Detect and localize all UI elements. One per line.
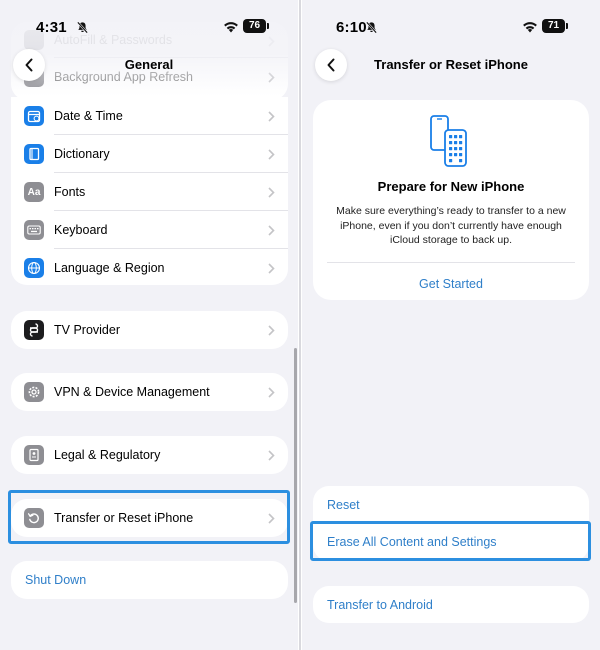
chevron-right-icon [268,387,275,398]
keyboard-icon [24,220,44,240]
general-settings-screen: 4:31 76 AutoFill & Passwords Background … [0,0,298,650]
navigation-bar: General [0,46,298,86]
silent-bell-icon [366,21,377,34]
chevron-right-icon [268,149,275,160]
page-title: Transfer or Reset iPhone [374,57,528,72]
globe-icon [24,258,44,278]
shut-down-button[interactable]: Shut Down [11,561,288,599]
settings-group-legal: Legal & Regulatory [11,436,288,474]
scrollbar[interactable] [294,348,297,603]
settings-group-vpn: VPN & Device Management [11,373,288,411]
navigation-bar: Transfer or Reset iPhone [302,46,600,86]
settings-group-shutdown: Shut Down [11,561,288,599]
chevron-right-icon [268,111,275,122]
document-icon [24,445,44,465]
status-time: 6:10 [336,19,367,36]
list-item-label: Language & Region [54,261,165,275]
list-item-label: TV Provider [54,323,120,337]
wifi-icon [224,22,238,33]
chevron-right-icon [268,225,275,236]
transfer-to-android-button[interactable]: Transfer to Android [313,586,589,623]
status-time: 4:31 [36,19,67,36]
battery-indicator: 71 [542,19,568,33]
sidebar-item-keyboard[interactable]: Keyboard [11,211,288,249]
battery-indicator: 76 [243,19,269,33]
highlight-box [310,521,591,561]
book-icon [24,144,44,164]
sidebar-item-dictionary[interactable]: Dictionary [11,135,288,173]
gear-icon [24,382,44,402]
status-bar: 6:10 71 [302,0,600,48]
chevron-right-icon [268,187,275,198]
status-bar: 4:31 76 [0,0,298,48]
sidebar-item-date-time[interactable]: Date & Time [11,97,288,135]
prepare-new-iphone-card: Prepare for New iPhone Make sure everyth… [313,100,589,300]
get-started-button[interactable]: Get Started [313,275,589,293]
get-started-label: Get Started [419,277,483,291]
list-item-label: Fonts [54,185,86,199]
tv-provider-icon [24,320,44,340]
page-title: General [124,57,174,72]
card-heading: Prepare for New iPhone [377,179,525,194]
list-item-label: Keyboard [54,223,108,237]
transfer-to-android-label: Transfer to Android [327,598,433,612]
sidebar-item-fonts[interactable]: Aa Fonts [11,173,288,211]
list-item-label: Date & Time [54,109,123,123]
sidebar-item-tv-provider[interactable]: TV Provider [11,311,288,349]
clock-calendar-icon [24,106,44,126]
silent-bell-icon [77,21,88,34]
shut-down-label: Shut Down [25,573,87,587]
transfer-reset-screen: 6:10 71 Transfer or Reset iPhone Prepare… [302,0,600,650]
fonts-aa-icon: Aa [24,182,44,202]
list-item-label: Legal & Regulatory [54,448,161,462]
highlight-box [8,490,290,544]
sidebar-item-language-region[interactable]: Language & Region [11,249,288,285]
reset-label: Reset [327,498,360,512]
transfer-android-group: Transfer to Android [313,586,589,623]
wifi-icon [523,22,537,33]
list-item-label: VPN & Device Management [54,385,210,399]
list-item-label: Dictionary [54,147,110,161]
settings-group-general: Date & Time Dictionary Aa Fonts Keyboard [11,97,288,285]
chevron-right-icon [268,450,275,461]
two-phones-icon [430,115,467,167]
reset-button[interactable]: Reset [313,486,589,523]
settings-group-tv: TV Provider [11,311,288,349]
chevron-right-icon [268,263,275,274]
card-description: Make sure everything’s ready to transfer… [336,205,566,246]
chevron-right-icon [268,325,275,336]
sidebar-item-vpn-device-management[interactable]: VPN & Device Management [11,373,288,411]
sidebar-item-legal-regulatory[interactable]: Legal & Regulatory [11,436,288,474]
